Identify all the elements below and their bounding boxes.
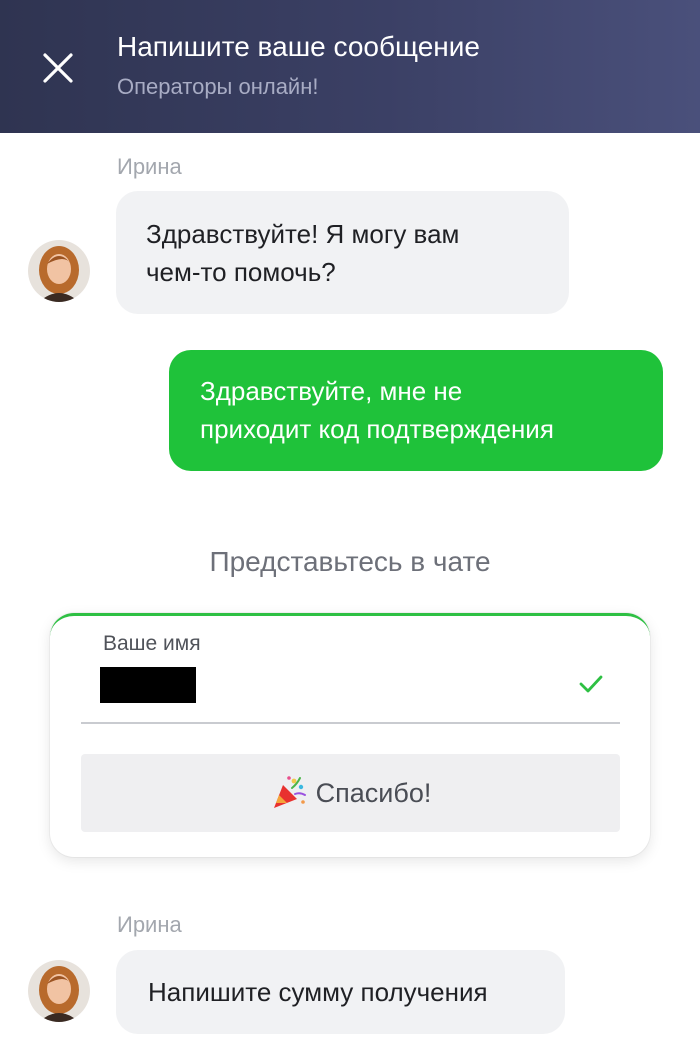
chat-header: Напишите ваше сообщение Операторы онлайн… [0,0,700,133]
party-popper-icon [273,776,306,808]
intro-form-card: Ваше имя Спасибо! [50,613,650,857]
operator-avatar [28,240,90,302]
thanks-button-label: Спасибо! [315,777,432,808]
message-text-line: Здравствуйте, мне не [200,376,463,406]
name-field-value-redacted[interactable] [100,667,196,703]
message-sender: Ирина [117,154,182,179]
header-subtitle: Операторы онлайн! [117,74,319,99]
message-text-line: приходит код подтверждения [200,414,554,444]
close-icon [43,53,73,83]
incoming-message-bubble: Здравствуйте! Я могу вам чем-то помочь? [116,191,569,314]
incoming-message-bubble: Напишите сумму получения [116,950,565,1034]
outgoing-message-bubble: Здравствуйте, мне не приходит код подтве… [169,350,663,471]
message-text-line: чем-то помочь? [146,257,336,287]
check-icon [579,675,603,693]
thanks-button[interactable]: Спасибо! [81,754,620,832]
name-field-underline [81,722,620,724]
intro-heading: Представьтесь в чате [209,546,491,577]
message-text-line: Здравствуйте! Я могу вам [146,219,460,249]
header-title: Напишите ваше сообщение [117,31,480,62]
message-text: Напишите сумму получения [148,977,488,1007]
message-sender: Ирина [117,912,182,937]
name-field-label: Ваше имя [103,632,201,655]
operator-avatar [28,960,90,1022]
close-button[interactable] [38,48,78,88]
